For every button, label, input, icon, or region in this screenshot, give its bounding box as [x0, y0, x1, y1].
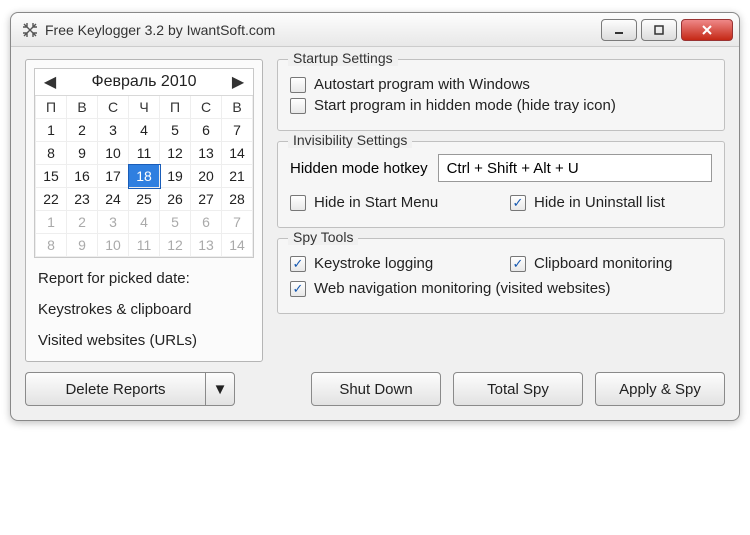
bottom-button-row: Delete Reports ▼ Shut Down Total Spy App…: [25, 372, 725, 406]
calendar-day[interactable]: 22: [36, 188, 67, 211]
delete-reports-button[interactable]: Delete Reports: [25, 372, 205, 406]
autostart-label: Autostart program with Windows: [314, 76, 530, 93]
clipboard-monitoring-label: Clipboard monitoring: [534, 255, 672, 272]
calendar-day[interactable]: 7: [222, 211, 253, 234]
hotkey-input[interactable]: [438, 154, 712, 182]
calendar-day[interactable]: 14: [222, 234, 253, 257]
keystrokes-clipboard-link[interactable]: Keystrokes & clipboard: [38, 301, 250, 318]
hidden-start-label: Start program in hidden mode (hide tray …: [314, 97, 616, 114]
calendar-day[interactable]: 23: [67, 188, 98, 211]
invisibility-settings-group: Invisibility Settings Hidden mode hotkey…: [277, 141, 725, 228]
calendar-day[interactable]: 11: [129, 142, 160, 165]
web-nav-monitoring-label: Web navigation monitoring (visited websi…: [314, 280, 611, 297]
startup-settings-group: Startup Settings Autostart program with …: [277, 59, 725, 131]
calendar-day[interactable]: 20: [191, 165, 222, 188]
hotkey-label: Hidden mode hotkey: [290, 160, 428, 177]
spy-tools-group: Spy Tools ✓ Keystroke logging ✓ Clipboar…: [277, 238, 725, 314]
close-button[interactable]: [681, 19, 733, 41]
autostart-checkbox[interactable]: [290, 77, 306, 93]
keystroke-logging-label: Keystroke logging: [314, 255, 433, 272]
client-area: ◀ Февраль 2010 ▶ ПВСЧПСВ 123456789101112…: [11, 47, 739, 420]
calendar-day[interactable]: 6: [191, 119, 222, 142]
delete-reports-split-button: Delete Reports ▼: [25, 372, 235, 406]
calendar-day[interactable]: 26: [160, 188, 191, 211]
calendar-day[interactable]: 6: [191, 211, 222, 234]
calendar-day[interactable]: 11: [129, 234, 160, 257]
titlebar: Free Keylogger 3.2 by IwantSoft.com: [11, 13, 739, 47]
calendar-day[interactable]: 9: [67, 234, 98, 257]
calendar-day[interactable]: 18: [129, 165, 160, 188]
calendar-weekday-header: С: [191, 96, 222, 119]
calendar-weekday-header: В: [67, 96, 98, 119]
app-window: Free Keylogger 3.2 by IwantSoft.com ◀ Фе…: [10, 12, 740, 421]
keystroke-logging-checkbox[interactable]: ✓: [290, 256, 306, 272]
calendar-day[interactable]: 28: [222, 188, 253, 211]
spy-tools-legend: Spy Tools: [288, 229, 358, 245]
shut-down-button[interactable]: Shut Down: [311, 372, 441, 406]
calendar-weekday-header: С: [98, 96, 129, 119]
calendar-day[interactable]: 7: [222, 119, 253, 142]
calendar-day[interactable]: 5: [160, 211, 191, 234]
hide-start-menu-label: Hide in Start Menu: [314, 194, 438, 211]
window-controls: [601, 19, 733, 41]
startup-legend: Startup Settings: [288, 50, 398, 66]
calendar-day[interactable]: 14: [222, 142, 253, 165]
maximize-button[interactable]: [641, 19, 677, 41]
report-for-date-label: Report for picked date:: [38, 270, 250, 287]
calendar-day[interactable]: 4: [129, 119, 160, 142]
delete-reports-dropdown-button[interactable]: ▼: [205, 372, 235, 406]
calendar-day[interactable]: 12: [160, 234, 191, 257]
calendar-day[interactable]: 2: [67, 119, 98, 142]
hide-start-menu-checkbox[interactable]: [290, 195, 306, 211]
web-nav-monitoring-checkbox[interactable]: ✓: [290, 281, 306, 297]
calendar-prev-button[interactable]: ◀: [41, 73, 59, 91]
calendar-weekday-header: П: [36, 96, 67, 119]
chevron-down-icon: ▼: [213, 381, 228, 398]
calendar-month-label: Февраль 2010: [91, 73, 196, 91]
calendar-day[interactable]: 25: [129, 188, 160, 211]
calendar-day[interactable]: 4: [129, 211, 160, 234]
calendar-day[interactable]: 15: [36, 165, 67, 188]
calendar-weekday-header: Ч: [129, 96, 160, 119]
app-icon: [21, 21, 39, 39]
calendar-day[interactable]: 17: [98, 165, 129, 188]
calendar-day[interactable]: 3: [98, 119, 129, 142]
left-panel: ◀ Февраль 2010 ▶ ПВСЧПСВ 123456789101112…: [25, 59, 263, 362]
calendar: ◀ Февраль 2010 ▶ ПВСЧПСВ 123456789101112…: [34, 68, 254, 258]
calendar-weekday-header: П: [160, 96, 191, 119]
calendar-day[interactable]: 5: [160, 119, 191, 142]
calendar-next-button[interactable]: ▶: [229, 73, 247, 91]
calendar-day[interactable]: 2: [67, 211, 98, 234]
apply-spy-button[interactable]: Apply & Spy: [595, 372, 725, 406]
calendar-day[interactable]: 13: [191, 234, 222, 257]
calendar-day[interactable]: 12: [160, 142, 191, 165]
hide-uninstall-checkbox[interactable]: ✓: [510, 195, 526, 211]
hidden-start-checkbox[interactable]: [290, 98, 306, 114]
visited-urls-link[interactable]: Visited websites (URLs): [38, 332, 250, 349]
total-spy-button[interactable]: Total Spy: [453, 372, 583, 406]
invisibility-legend: Invisibility Settings: [288, 132, 412, 148]
calendar-day[interactable]: 9: [67, 142, 98, 165]
calendar-day[interactable]: 21: [222, 165, 253, 188]
calendar-day[interactable]: 8: [36, 142, 67, 165]
calendar-day[interactable]: 3: [98, 211, 129, 234]
calendar-grid: ПВСЧПСВ 12345678910111213141516171819202…: [35, 96, 253, 257]
calendar-day[interactable]: 10: [98, 142, 129, 165]
minimize-button[interactable]: [601, 19, 637, 41]
calendar-day[interactable]: 1: [36, 119, 67, 142]
calendar-day[interactable]: 10: [98, 234, 129, 257]
calendar-day[interactable]: 19: [160, 165, 191, 188]
calendar-day[interactable]: 1: [36, 211, 67, 234]
calendar-weekday-header: В: [222, 96, 253, 119]
calendar-day[interactable]: 24: [98, 188, 129, 211]
clipboard-monitoring-checkbox[interactable]: ✓: [510, 256, 526, 272]
calendar-day[interactable]: 8: [36, 234, 67, 257]
calendar-day[interactable]: 16: [67, 165, 98, 188]
window-title: Free Keylogger 3.2 by IwantSoft.com: [45, 22, 601, 38]
calendar-day[interactable]: 27: [191, 188, 222, 211]
hide-uninstall-label: Hide in Uninstall list: [534, 194, 665, 211]
calendar-day[interactable]: 13: [191, 142, 222, 165]
